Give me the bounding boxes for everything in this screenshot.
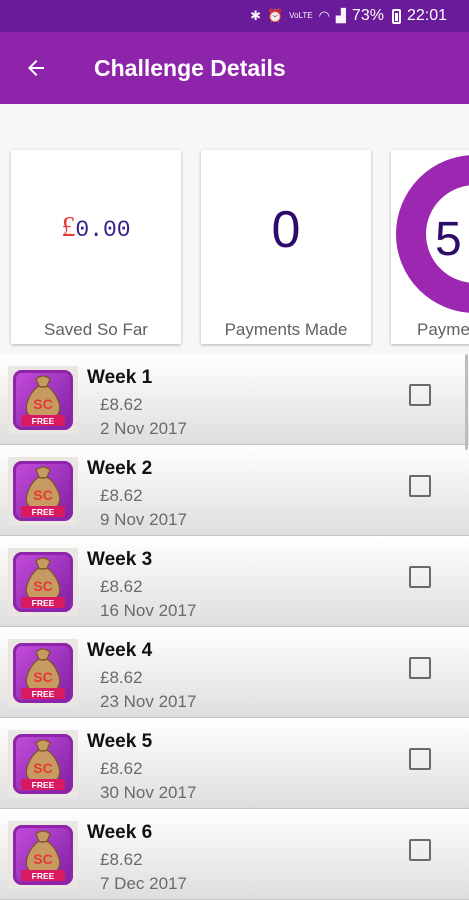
saved-so-far-label: Saved So Far [44, 320, 148, 339]
savings-thumbnail: SC FREE [8, 639, 78, 707]
icon-letters: SC [33, 760, 52, 776]
icon-letters: SC [33, 669, 52, 685]
scrollbar[interactable] [465, 354, 468, 450]
alarm-icon: ⏰ [266, 8, 284, 23]
icon-letters: SC [33, 578, 52, 594]
week-amount: £8.62 [100, 395, 143, 414]
week-title: Week 4 [87, 640, 153, 661]
savings-thumbnail: SC FREE [8, 457, 78, 525]
wifi-icon: ◠ [318, 8, 330, 23]
week-date: 23 Nov 2017 [100, 692, 197, 711]
savings-thumbnail: SC FREE [8, 548, 78, 616]
week-date: 9 Nov 2017 [100, 510, 187, 529]
week-date: 2 Nov 2017 [100, 419, 187, 438]
page-title: Challenge Details [94, 54, 286, 81]
week-amount: £8.62 [100, 850, 143, 869]
week-paid-checkbox[interactable] [409, 384, 431, 406]
back-arrow-icon[interactable] [0, 32, 72, 104]
free-badge: FREE [32, 416, 55, 426]
battery-icon [391, 8, 401, 24]
free-badge: FREE [32, 598, 55, 608]
week-amount: £8.62 [100, 577, 143, 596]
battery-percent: 73% [351, 7, 384, 24]
money-bag-icon: SC FREE [13, 461, 73, 521]
week-title: Week 3 [87, 549, 153, 570]
volte-icon: VoLTE [289, 11, 313, 20]
currency-symbol: £ [61, 212, 76, 243]
week-date: 16 Nov 2017 [100, 601, 197, 620]
week-row[interactable]: SC FREE Week 5 £8.62 30 Nov 2017 [0, 718, 469, 809]
app-bar: Challenge Details [0, 32, 469, 104]
week-row[interactable]: SC FREE Week 2 £8.62 9 Nov 2017 [0, 445, 469, 536]
saved-so-far-card: £0.00 Saved So Far [11, 150, 181, 344]
free-badge: FREE [32, 871, 55, 881]
money-bag-icon: SC FREE [13, 643, 73, 703]
payments-remaining-count: 5 [435, 213, 462, 266]
money-bag-icon: SC FREE [13, 825, 73, 885]
week-row[interactable]: SC FREE Week 3 £8.62 16 Nov 2017 [0, 536, 469, 627]
clock: 22:01 [406, 7, 447, 24]
free-badge: FREE [32, 780, 55, 790]
week-title: Week 5 [87, 731, 153, 752]
icon-letters: SC [33, 396, 52, 412]
saved-amount: £0.00 [11, 212, 181, 244]
free-badge: FREE [32, 507, 55, 517]
week-list: SC FREE Week 1 £8.62 2 Nov 2017 SC FREE [0, 354, 469, 900]
week-amount: £8.62 [100, 668, 143, 687]
week-paid-checkbox[interactable] [409, 475, 431, 497]
summary-cards: £0.00 Saved So Far 0 Payments Made 5 Pay… [0, 104, 469, 354]
week-title: Week 2 [87, 458, 153, 479]
status-bar: ✱ ⏰ VoLTE ◠ ▟ 73% 22:01 [0, 0, 469, 32]
saved-value: 0.00 [75, 217, 131, 243]
week-date: 7 Dec 2017 [100, 874, 187, 893]
payments-made-card: 0 Payments Made [201, 150, 371, 344]
week-title: Week 6 [87, 822, 153, 843]
week-row[interactable]: SC FREE Week 1 £8.62 2 Nov 2017 [0, 354, 469, 445]
savings-thumbnail: SC FREE [8, 730, 78, 798]
week-paid-checkbox[interactable] [409, 748, 431, 770]
savings-thumbnail: SC FREE [8, 821, 78, 889]
payments-made-count: 0 [271, 201, 301, 259]
free-badge: FREE [32, 689, 55, 699]
icon-letters: SC [33, 851, 52, 867]
bluetooth-icon: ✱ [250, 8, 261, 23]
savings-thumbnail: SC FREE [8, 366, 78, 434]
payments-made-label: Payments Made [224, 320, 348, 339]
money-bag-icon: SC FREE [13, 552, 73, 612]
week-row[interactable]: SC FREE Week 4 £8.62 23 Nov 2017 [0, 627, 469, 718]
payments-remaining-label: Payme [417, 320, 469, 339]
week-paid-checkbox[interactable] [409, 566, 431, 588]
signal-icon: ▟ [335, 8, 346, 23]
week-title: Week 1 [87, 367, 153, 388]
week-row[interactable]: SC FREE Week 6 £8.62 7 Dec 2017 [0, 809, 469, 900]
week-paid-checkbox[interactable] [409, 839, 431, 861]
week-paid-checkbox[interactable] [409, 657, 431, 679]
week-date: 30 Nov 2017 [100, 783, 197, 802]
week-amount: £8.62 [100, 759, 143, 778]
payments-remaining-card: 5 Payme [391, 150, 469, 344]
money-bag-icon: SC FREE [13, 370, 73, 430]
icon-letters: SC [33, 487, 52, 503]
money-bag-icon: SC FREE [13, 734, 73, 794]
week-amount: £8.62 [100, 486, 143, 505]
